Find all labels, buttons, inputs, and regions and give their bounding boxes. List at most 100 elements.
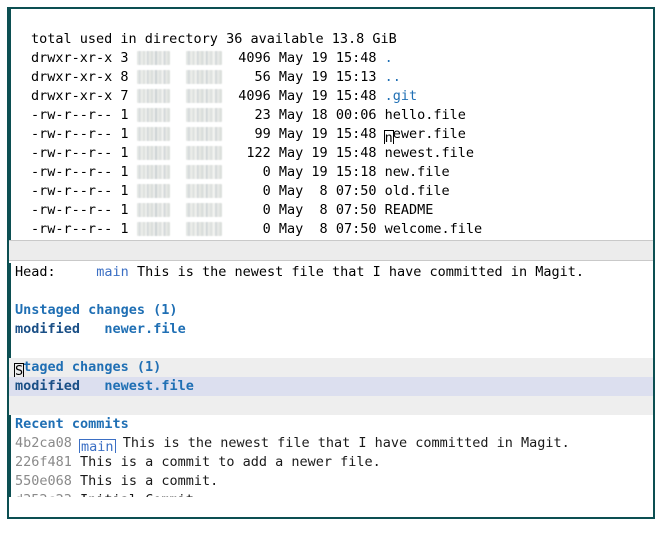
dired-entry-time: 15:48 — [336, 50, 377, 66]
dired-entry-name[interactable]: .. — [385, 69, 401, 85]
dired-entry-size: 4096 — [238, 88, 271, 104]
magit-commit-row[interactable]: 550e068 This is a commit. — [9, 472, 653, 491]
redacted-owner-name — [137, 184, 170, 198]
dired-entry-link-count: 3 — [120, 50, 128, 66]
dired-entry-row[interactable]: -rw-r--r-- 1 0 May 8 07:50 welcome.file — [9, 220, 653, 239]
redacted-group-name — [186, 203, 222, 217]
dired-entry-link-count: 8 — [120, 69, 128, 85]
magit-commit-branch-label[interactable]: main — [79, 439, 116, 453]
emacs-frame-inner: total used in directory 36 available 13.… — [9, 9, 653, 517]
dired-entry-day: 18 — [311, 107, 327, 123]
magit-recent-commits-heading[interactable]: Recent commits — [9, 415, 653, 434]
dired-entry-month: May — [279, 126, 303, 142]
dired-entry-size: 23 — [238, 107, 271, 123]
dired-entry-row[interactable]: -rw-r--r-- 1 0 May 8 07:50 README — [9, 201, 653, 220]
dired-entry-row[interactable]: -rw-r--r-- 1 0 May 19 15:18 new.file — [9, 163, 653, 182]
magit-commit-hash[interactable]: 550e068 — [15, 473, 72, 489]
dired-entry-month: May — [279, 69, 303, 85]
dired-entry-link-count: 1 — [120, 145, 128, 161]
dired-mode-line[interactable]: U:%*- sample-project All (7,41) (Dired b… — [9, 240, 653, 261]
magit-status-buffer[interactable]: Head: main This is the newest file that … — [9, 263, 653, 498]
magit-commit-list[interactable]: 4b2ca08 main This is the newest file tha… — [9, 434, 653, 498]
dired-entry-name[interactable]: ewer.file — [393, 126, 466, 142]
dired-entry-name[interactable]: . — [385, 50, 393, 66]
dired-entry-row[interactable]: drwxr-xr-x 7 4096 May 19 15:48 .git — [9, 87, 653, 106]
dired-entry-day: 19 — [311, 69, 327, 85]
dired-entry-time: 07:50 — [336, 221, 377, 237]
magit-unstaged-file-row[interactable]: modified newer.file — [9, 320, 653, 339]
dired-entry-time: 15:18 — [336, 164, 377, 180]
dired-entry-month: May — [279, 50, 303, 66]
dired-window[interactable]: total used in directory 36 available 13.… — [9, 9, 653, 240]
redacted-group-name — [186, 184, 222, 198]
dired-entry-name[interactable]: newest.file — [385, 145, 474, 161]
magit-staged-heading-text: taged changes (1) — [23, 359, 161, 375]
dired-entry-month: May — [279, 221, 303, 237]
dired-entry-link-count: 1 — [120, 126, 128, 142]
dired-entry-time: 15:48 — [336, 126, 377, 142]
dired-entry-row[interactable]: drwxr-xr-x 3 4096 May 19 15:48 . — [9, 49, 653, 68]
dired-entry-row[interactable]: -rw-r--r-- 1 99 May 19 15:48 newer.file — [9, 125, 653, 144]
dired-entry-link-count: 7 — [120, 88, 128, 104]
dired-entry-month: May — [279, 164, 303, 180]
magit-commit-row[interactable]: 226f481 This is a commit to add a newer … — [9, 453, 653, 472]
dired-entry-link-count: 1 — [120, 202, 128, 218]
dired-entry-day: 19 — [311, 88, 327, 104]
redacted-owner-name — [137, 203, 170, 217]
magit-commit-row[interactable]: 4b2ca08 main This is the newest file tha… — [9, 434, 653, 453]
dired-entry-month: May — [279, 183, 303, 199]
dired-entry-time: 00:06 — [336, 107, 377, 123]
dired-entry-permissions: drwxr-xr-x — [31, 69, 112, 85]
dired-entry-day: 8 — [311, 202, 327, 218]
dired-entry-list[interactable]: drwxr-xr-x 3 4096 May 19 15:48 .drwxr-xr… — [9, 49, 653, 239]
magit-window[interactable]: Head: main This is the newest file that … — [9, 263, 653, 498]
magit-commit-hash[interactable]: 226f481 — [15, 454, 72, 470]
magit-commit-hash[interactable]: 4b2ca08 — [15, 435, 72, 451]
magit-unstaged-file-name[interactable]: newer.file — [104, 321, 185, 337]
dired-buffer[interactable]: total used in directory 36 available 13.… — [9, 9, 653, 240]
dired-total-text: total used in directory 36 available 13.… — [31, 31, 397, 47]
magit-staged-file-row[interactable]: modified newest.file — [9, 377, 653, 396]
dired-entry-name[interactable]: welcome.file — [385, 221, 483, 237]
redacted-owner-name — [137, 51, 170, 65]
dired-entry-day: 19 — [311, 145, 327, 161]
dired-entry-name[interactable]: old.file — [385, 183, 450, 199]
magit-head-line[interactable]: Head: main This is the newest file that … — [9, 263, 653, 282]
dired-entry-row[interactable]: -rw-r--r-- 1 122 May 19 15:48 newest.fil… — [9, 144, 653, 163]
dired-entry-name[interactable]: hello.file — [385, 107, 466, 123]
dired-entry-permissions: -rw-r--r-- — [31, 107, 112, 123]
dired-entry-row[interactable]: -rw-r--r-- 1 23 May 18 00:06 hello.file — [9, 106, 653, 125]
dired-entry-time: 07:50 — [336, 202, 377, 218]
text-cursor: S — [14, 363, 24, 377]
magit-unstaged-heading[interactable]: Unstaged changes (1) — [9, 301, 653, 320]
dired-entry-time: 15:13 — [336, 69, 377, 85]
echo-area — [9, 497, 653, 517]
magit-head-gap — [56, 264, 97, 280]
magit-staged-file-name[interactable]: newest.file — [104, 378, 193, 394]
redacted-group-name — [186, 51, 222, 65]
dired-entry-row[interactable]: drwxr-xr-x 8 56 May 19 15:13 .. — [9, 68, 653, 87]
dired-entry-row[interactable]: -rw-r--r-- 1 0 May 8 07:50 old.file — [9, 182, 653, 201]
magit-staged-heading[interactable]: Staged changes (1) — [9, 358, 653, 377]
dired-entry-name[interactable]: .git — [385, 88, 418, 104]
text-cursor: n — [384, 130, 394, 144]
dired-entry-size: 0 — [238, 202, 271, 218]
magit-head-branch[interactable]: main — [96, 264, 129, 280]
dired-entry-name[interactable]: README — [385, 202, 434, 218]
magit-commit-message: This is a commit. — [80, 473, 218, 489]
dired-entry-day: 19 — [311, 164, 327, 180]
dired-entry-permissions: -rw-r--r-- — [31, 164, 112, 180]
emacs-frame: total used in directory 36 available 13.… — [7, 7, 655, 519]
dired-entry-permissions: drwxr-xr-x — [31, 88, 112, 104]
magit-head-space — [129, 264, 137, 280]
dired-total-line: total used in directory 36 available 13.… — [9, 30, 653, 49]
dired-entry-name[interactable]: new.file — [385, 164, 450, 180]
magit-unstaged-gap — [80, 321, 104, 337]
dired-entry-permissions: -rw-r--r-- — [31, 221, 112, 237]
dired-entry-link-count: 1 — [120, 221, 128, 237]
dired-entry-month: May — [279, 202, 303, 218]
dired-entry-day: 19 — [311, 126, 327, 142]
dired-entry-permissions: drwxr-xr-x — [31, 50, 112, 66]
magit-recent-commits-heading-text: Recent commits — [15, 416, 129, 432]
magit-commit-message: This is the newest file that I have comm… — [123, 435, 570, 451]
